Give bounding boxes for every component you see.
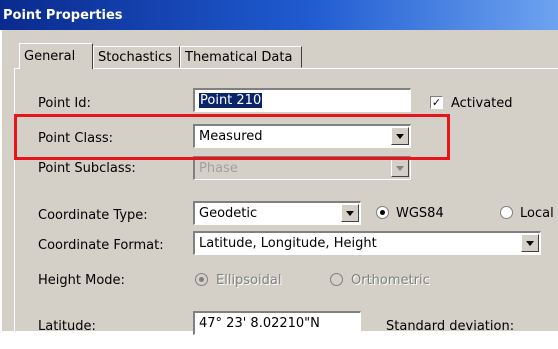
local-radio[interactable] (500, 206, 513, 219)
ellipsoidal-label: Ellipsoidal (216, 273, 282, 288)
chevron-down-icon (396, 165, 404, 171)
activated-checkbox[interactable]: ✓ (430, 96, 443, 109)
coordinate-format-select[interactable]: Latitude, Longitude, Height (193, 231, 541, 255)
coordinate-type-label: Coordinate Type: (38, 208, 148, 223)
tab-thematical-data-label: Thematical Data (185, 50, 293, 65)
point-id-input[interactable]: Point 210 (193, 88, 411, 112)
point-id-value: Point 210 (199, 93, 263, 108)
activated-label: Activated (451, 96, 513, 111)
point-id-label: Point Id: (38, 96, 91, 111)
orthometric-label: Orthometric (351, 273, 430, 288)
latitude-value: 47° 23' 8.02210"N (199, 316, 320, 331)
dialog-body: General Stochastics Thematical Data Poin… (0, 30, 558, 349)
coordinate-type-select[interactable]: Geodetic (193, 201, 361, 225)
latitude-label: Latitude: (38, 319, 96, 334)
local-label: Local (520, 206, 554, 221)
wgs84-label: WGS84 (396, 206, 444, 221)
coordinate-format-value: Latitude, Longitude, Height (199, 236, 377, 251)
orthometric-radio (330, 273, 343, 286)
tab-thematical-data[interactable]: Thematical Data (180, 46, 302, 68)
chevron-down-icon (346, 210, 354, 216)
wgs84-radio[interactable] (376, 206, 389, 219)
ellipsoidal-radio (195, 273, 208, 286)
latitude-input[interactable]: 47° 23' 8.02210"N (193, 311, 361, 335)
point-subclass-value: Phase (199, 161, 238, 176)
point-subclass-dropdown-button (391, 159, 409, 177)
highlight-box (14, 114, 450, 160)
tab-general[interactable]: General (19, 43, 93, 69)
coordinate-format-dropdown-button[interactable] (521, 234, 539, 252)
height-mode-label: Height Mode: (38, 273, 125, 288)
coordinate-type-value: Geodetic (199, 206, 258, 221)
chevron-down-icon (526, 240, 534, 246)
tab-stochastics-label: Stochastics (98, 50, 173, 65)
tab-general-label: General (24, 49, 76, 64)
coordinate-format-label: Coordinate Format: (38, 238, 164, 253)
standard-deviation-label: Standard deviation: (386, 319, 515, 334)
point-subclass-label: Point Subclass: (38, 161, 136, 176)
title-bar: Point Properties (0, 0, 558, 30)
coordinate-type-dropdown-button[interactable] (341, 204, 359, 222)
window-title: Point Properties (3, 8, 123, 23)
tab-stochastics[interactable]: Stochastics (93, 46, 180, 68)
